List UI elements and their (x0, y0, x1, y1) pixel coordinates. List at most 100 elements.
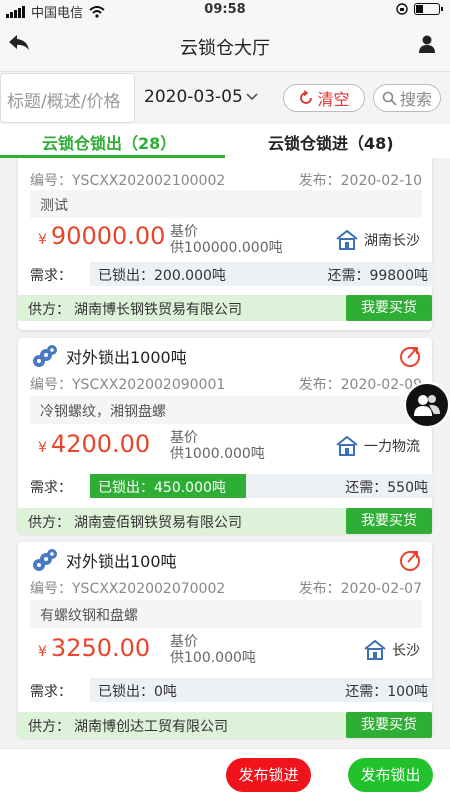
tab-lock-out[interactable]: 云锁仓锁出（28） (42, 130, 176, 154)
price-value: 90000.00 (50, 222, 166, 250)
listing-card[interactable]: 对外锁出100吨 编号：YSCXX202002070002 发布：2020-02… (18, 542, 436, 738)
publish-lock-out-button[interactable]: 发布锁出 (348, 758, 433, 792)
keyword-input[interactable]: 标题/概述/价格 (0, 73, 135, 123)
share-icon[interactable] (398, 344, 422, 372)
currency-symbol: ¥ (38, 232, 47, 248)
base-info: 基价 供100.000吨 (170, 634, 256, 666)
demand-label: 需求： (30, 684, 72, 700)
currency-symbol: ¥ (38, 440, 47, 456)
search-button[interactable]: 搜索 (373, 84, 441, 112)
bottom-action-bar: 发布锁进 发布锁出 (0, 748, 450, 800)
supplier-row: 供方： 湖南壹佰钢铁贸易有限公司 我要买货 (18, 508, 432, 534)
supplier-name: 湖南博长钢铁贸易有限公司 (74, 302, 242, 318)
publish-value: 2020-02-10 (340, 173, 422, 189)
price: ¥4200.00 (38, 430, 150, 458)
code-label: 编号： (30, 377, 72, 393)
contacts-float-button[interactable] (404, 382, 450, 428)
location: 湖南长沙 (336, 230, 420, 250)
nav-bar: 云锁仓大厅 (0, 20, 450, 72)
buy-button[interactable]: 我要买货 (346, 508, 432, 534)
locked-amount: 已锁出：0吨 (98, 684, 177, 700)
publish-value: 2020-02-07 (340, 581, 422, 597)
base-label: 基价 (170, 224, 198, 240)
search-label: 搜索 (399, 90, 432, 109)
publish-date: 发布：2020-02-10 (299, 170, 422, 190)
filter-bar: 标题/概述/价格 2020-03-05 清空 搜索 (0, 72, 450, 124)
description: 测试 (30, 190, 422, 218)
base-label: 基价 (170, 430, 198, 446)
publish-date: 发布：2020-02-07 (299, 578, 422, 598)
supplier-name: 湖南博创达工贸有限公司 (74, 719, 228, 735)
demand-row: 需求： 已锁出：200.000吨 还需：99800吨 (30, 262, 436, 286)
supplier-name: 湖南壹佰钢铁贸易有限公司 (74, 515, 242, 531)
location: 长沙 (364, 640, 420, 660)
base-supply: 供100.000吨 (170, 650, 256, 666)
publish-lock-in-button[interactable]: 发布锁进 (226, 758, 311, 792)
rotation-lock-icon (396, 3, 408, 15)
code-value: YSCXX202002100002 (72, 173, 226, 189)
publish-date: 发布：2020-02-09 (299, 374, 422, 394)
buy-button[interactable]: 我要买货 (346, 712, 432, 738)
share-icon[interactable] (398, 548, 422, 576)
refresh-icon (300, 90, 313, 104)
supplier-row: 供方： 湖南博长钢铁贸易有限公司 我要买货 (18, 295, 432, 321)
code-row: 编号：YSCXX202002090001 发布：2020-02-09 (30, 374, 422, 394)
price: ¥90000.00 (38, 222, 165, 250)
currency-symbol: ¥ (38, 644, 47, 660)
remaining-amount: 还需：550吨 (345, 480, 428, 496)
publish-label: 发布： (298, 581, 341, 597)
base-info: 基价 供1000.000吨 (170, 430, 265, 462)
location-label: 湖南长沙 (364, 233, 420, 249)
listing-list[interactable]: 编号：YSCXX202002100002 发布：2020-02-10 测试 ¥9… (0, 158, 450, 748)
supplier-label: 供方： (28, 515, 70, 531)
card-title: 对外锁出1000吨 (66, 348, 187, 367)
description: 有螺纹钢和盘螺 (30, 600, 422, 628)
publish-label: 发布： (298, 173, 341, 189)
supplier-row: 供方： 湖南博创达工贸有限公司 我要买货 (18, 712, 432, 738)
coil-icon (33, 345, 57, 367)
demand-label: 需求： (30, 480, 72, 496)
status-right (396, 3, 443, 15)
location-label: 长沙 (392, 643, 420, 659)
price: ¥3250.00 (38, 634, 150, 662)
battery-icon (414, 3, 443, 15)
listing-card[interactable]: 编号：YSCXX202002100002 发布：2020-02-10 测试 ¥9… (18, 158, 436, 330)
card-header: 对外锁出1000吨 (32, 344, 187, 368)
code-value: YSCXX202002070002 (72, 581, 226, 597)
demand-row: 需求： 已锁出：450.000吨 还需：550吨 (30, 474, 436, 498)
contacts-icon (414, 395, 440, 416)
location: 一力物流 (336, 436, 420, 456)
tab-lock-in[interactable]: 云锁仓锁进（48) (268, 130, 394, 154)
status-time: 09:58 (204, 2, 246, 17)
price-value: 3250.00 (50, 634, 151, 662)
date-picker[interactable]: 2020-03-05 (144, 87, 259, 107)
code-label: 编号： (30, 173, 72, 189)
page-title: 云锁仓大厅 (180, 38, 270, 59)
tab-bar: 云锁仓锁出（28） 云锁仓锁进（48) (0, 124, 450, 158)
code-label: 编号： (30, 581, 72, 597)
price-value: 4200.00 (50, 430, 151, 458)
supplier-label: 供方： (28, 719, 70, 735)
status-bar: 中国电信 09:58 (0, 0, 450, 21)
publish-label: 发布： (298, 377, 341, 393)
chevron-down-icon (246, 93, 258, 101)
listing-card[interactable]: 对外锁出1000吨 编号：YSCXX202002090001 发布：2020-0… (18, 338, 436, 534)
base-label: 基价 (170, 634, 198, 650)
supplier-label: 供方： (28, 302, 70, 318)
clear-button[interactable]: 清空 (283, 84, 365, 112)
code-value: YSCXX202002090001 (72, 377, 226, 393)
search-icon (382, 91, 397, 106)
location-label: 一力物流 (364, 439, 420, 455)
date-value: 2020-03-05 (144, 87, 243, 107)
card-header: 对外锁出100吨 (32, 548, 177, 572)
locked-amount: 已锁出：450.000吨 (98, 480, 226, 496)
demand-row: 需求： 已锁出：0吨 还需：100吨 (30, 678, 436, 702)
warehouse-icon (364, 640, 386, 660)
user-icon[interactable] (418, 35, 436, 57)
locked-amount: 已锁出：200.000吨 (98, 268, 226, 284)
warehouse-icon (336, 436, 358, 456)
description: 冷钢螺纹，湘钢盘螺 (30, 396, 422, 424)
code-row: 编号：YSCXX202002100002 发布：2020-02-10 (30, 170, 422, 190)
code-row: 编号：YSCXX202002070002 发布：2020-02-07 (30, 578, 422, 598)
buy-button[interactable]: 我要买货 (346, 295, 432, 321)
